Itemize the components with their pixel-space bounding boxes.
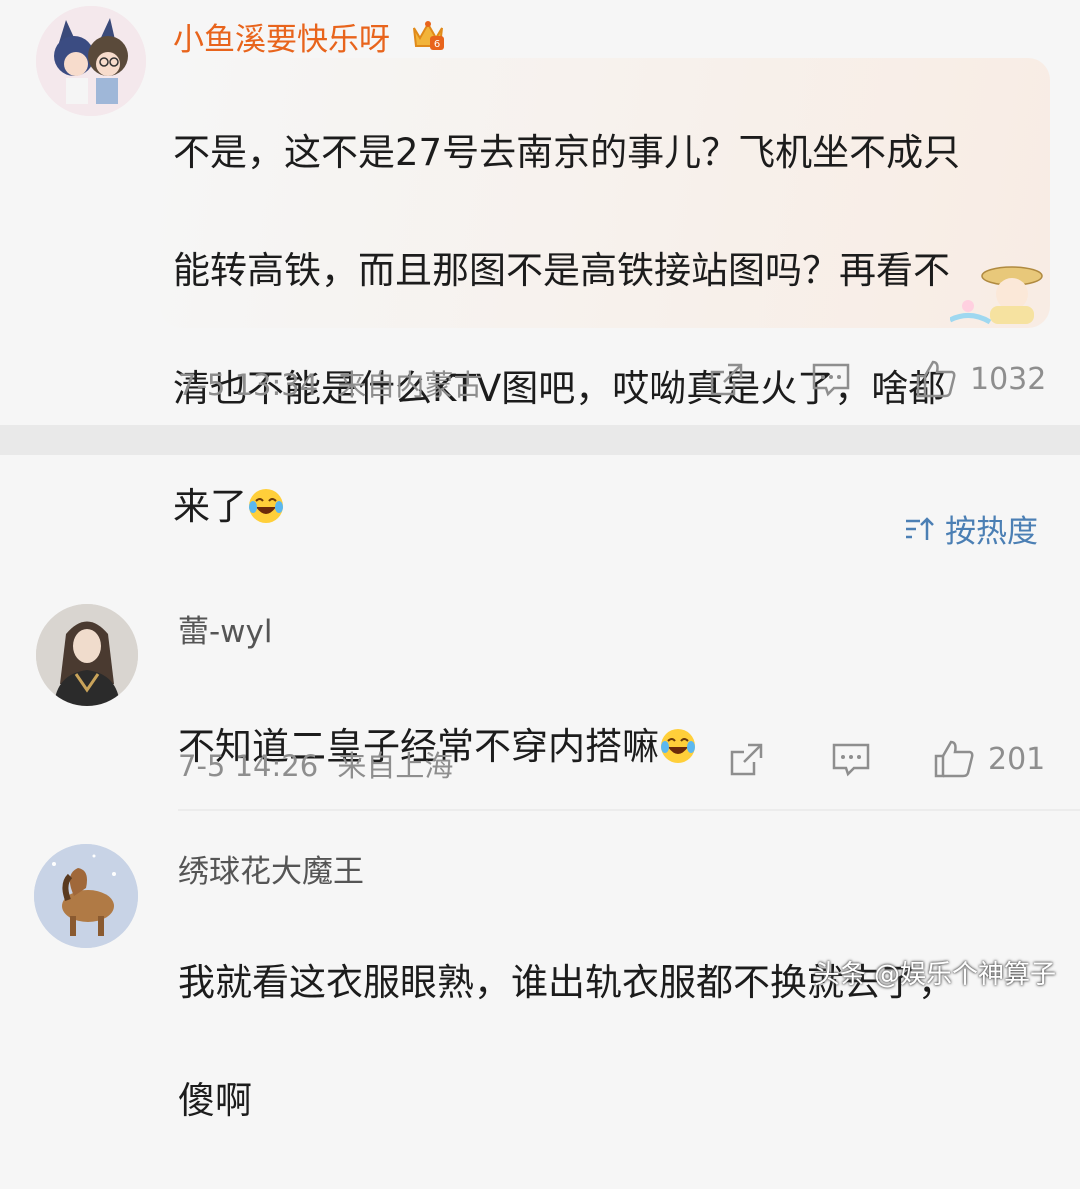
section-divider xyxy=(0,425,1080,455)
username[interactable]: 小鱼溪要快乐呀 6 xyxy=(173,14,448,59)
comment-line: 傻啊 xyxy=(178,1079,252,1122)
comment-time: 7-5 13:34 xyxy=(178,368,319,402)
like-count: 201 xyxy=(988,741,1046,777)
laugh-cry-emoji-icon xyxy=(249,489,283,523)
avatar[interactable] xyxy=(34,844,138,948)
like-button[interactable]: 201 xyxy=(932,738,1045,780)
share-button[interactable] xyxy=(706,360,746,400)
avatar-illustration-icon xyxy=(36,6,146,116)
comment-line: 不是，这不是27号去南京的事儿？飞机坐不成只 xyxy=(173,131,961,174)
avatar-photo-icon xyxy=(36,604,138,706)
sort-label: 按热度 xyxy=(945,514,1038,550)
share-icon xyxy=(710,363,743,396)
comment-text: 我就看这衣服眼熟，谁出轨衣服都不换就去了， 傻啊 xyxy=(178,894,1038,1189)
like-count: 1032 xyxy=(970,361,1047,397)
watermark: 头条 @娱乐个神算子 xyxy=(813,960,1056,990)
thumbs-up-icon xyxy=(916,360,956,398)
comment-icon xyxy=(812,363,850,397)
thumbs-up-icon xyxy=(934,740,974,778)
comment-icon xyxy=(832,743,870,777)
straw-hat-character-icon xyxy=(948,266,1043,325)
sort-icon xyxy=(906,516,934,540)
share-button[interactable] xyxy=(726,740,766,780)
comment-location: 来自上海 xyxy=(337,749,454,783)
decorative-sticker xyxy=(948,258,1050,328)
crown-badge-icon: 6 xyxy=(412,21,444,50)
username[interactable]: 绣球花大魔王 xyxy=(178,846,364,891)
comment-meta: 7-5 14:26 来自上海 xyxy=(178,743,453,785)
svg-text:6: 6 xyxy=(434,39,440,50)
laugh-cry-emoji-icon xyxy=(661,729,695,763)
comment-divider xyxy=(178,809,1080,811)
reply-button[interactable] xyxy=(830,740,872,780)
comment-time: 7-5 14:26 xyxy=(178,749,319,783)
like-button[interactable]: 1032 xyxy=(914,358,1046,400)
share-icon xyxy=(730,743,763,776)
username[interactable]: 蕾-wyl xyxy=(178,606,273,651)
comment-meta: 7-5 13:34 来自内蒙古 xyxy=(178,362,482,404)
comment-location: 来自内蒙古 xyxy=(337,368,483,402)
reply-button[interactable] xyxy=(810,360,852,400)
avatar[interactable] xyxy=(36,604,138,706)
avatar[interactable] xyxy=(36,6,146,116)
avatar-horse-icon xyxy=(34,844,138,948)
comment-line: 能转高铁，而且那图不是高铁接站图吗？再看不 xyxy=(173,249,950,292)
sort-by-heat-button[interactable]: 按热度 xyxy=(903,506,1038,551)
